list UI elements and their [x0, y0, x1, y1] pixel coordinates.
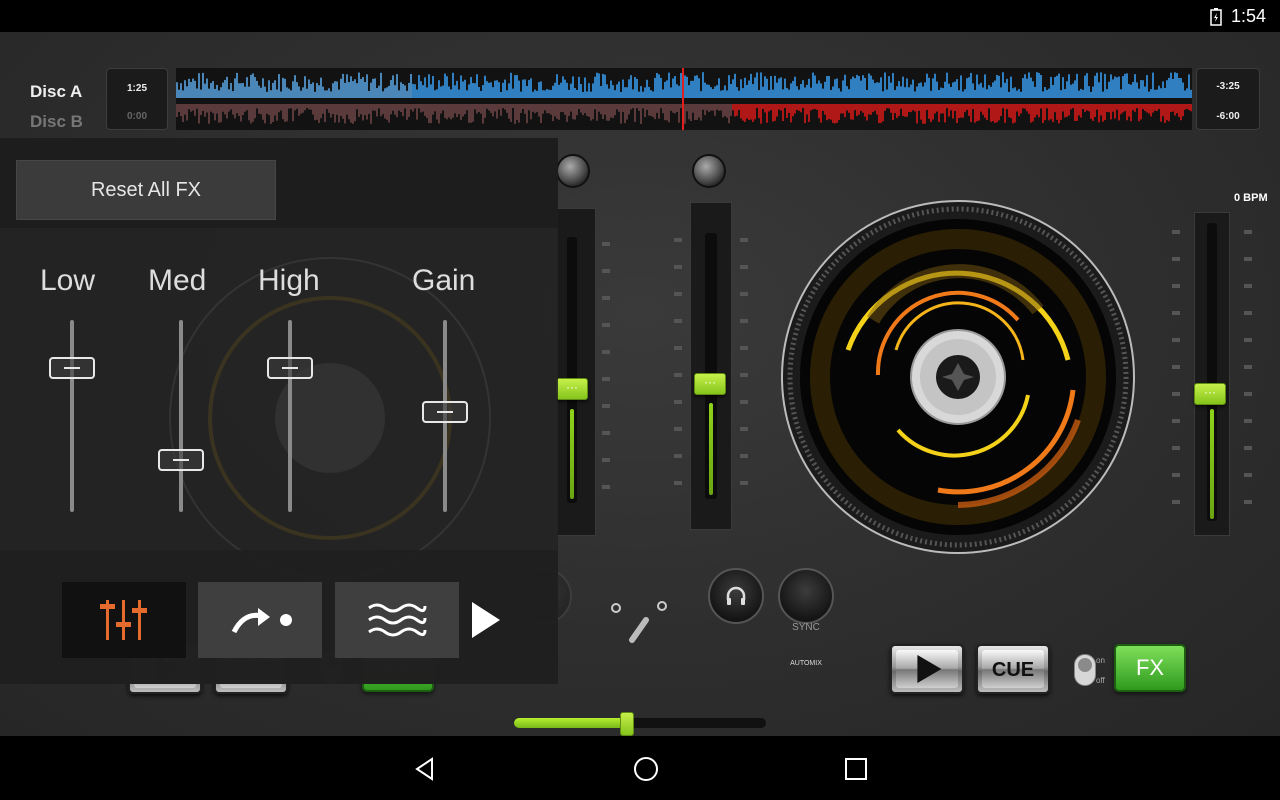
disc-a-label: Disc A — [30, 82, 83, 101]
back-icon[interactable] — [412, 756, 438, 782]
battery-charging-icon — [1210, 8, 1222, 26]
play-next-icon[interactable] — [472, 602, 500, 638]
deck-b-pitch-slider[interactable] — [1194, 212, 1230, 536]
deck-b-fx-button[interactable]: FX — [1114, 644, 1186, 692]
headphone-icon — [726, 586, 746, 605]
channel-volume-slider[interactable] — [690, 202, 732, 530]
fx-tab-delay[interactable] — [198, 582, 322, 658]
fx-toolbar — [0, 550, 558, 684]
delay-arrow-icon — [231, 608, 292, 634]
toggle-on-label: on — [1096, 656, 1105, 665]
deck-a-volume-slider[interactable] — [556, 208, 596, 536]
eq-gain-label: Gain — [412, 264, 476, 297]
status-time: 1:54 — [1230, 6, 1266, 26]
reset-all-fx-button[interactable]: Reset All FX — [16, 160, 276, 220]
fx-tab-eq[interactable] — [62, 582, 186, 658]
cue-label: CUE — [991, 659, 1035, 681]
deck-b-turntable[interactable] — [778, 200, 1138, 554]
waveform-graphic — [176, 68, 1192, 130]
channel-volume-handle[interactable] — [694, 373, 726, 395]
eq-high-label: High — [258, 264, 320, 297]
equalizer-icon — [100, 600, 147, 640]
crossfader[interactable] — [514, 718, 766, 728]
remaining-time-box: -3:25 -6:00 — [1196, 68, 1260, 130]
deck-a-pitch-knob[interactable] — [556, 154, 590, 188]
crossfader-handle[interactable] — [620, 712, 635, 736]
deck-b-play-button[interactable] — [890, 644, 964, 694]
eq-gain-handle[interactable] — [422, 401, 468, 424]
crossfader-fill — [514, 718, 628, 728]
disc-b-elapsed: 0:00 — [126, 111, 147, 122]
fx-panel: Reset All FX Low Med High Gain — [0, 138, 558, 684]
eq-med-handle[interactable] — [158, 449, 204, 472]
deck-b-bpm: 0 BPM — [1234, 192, 1268, 204]
eq-low-slider[interactable] — [70, 320, 74, 512]
eq-low-label: Low — [40, 264, 96, 297]
deck-b-headphone-button[interactable] — [708, 568, 764, 624]
waveform-overview[interactable] — [176, 68, 1192, 130]
dj-app: Disc A Disc B 1:25 0:00 -3:25 -6:00 ··· … — [0, 32, 1280, 752]
eq-high-handle[interactable] — [267, 357, 313, 379]
status-bar: 1:54 — [0, 0, 1280, 32]
fx-header: Reset All FX — [0, 138, 558, 228]
navigation-bar — [0, 736, 1280, 800]
sync-button[interactable] — [778, 568, 834, 624]
fx-tab-flanger[interactable] — [335, 582, 459, 658]
eq-med-slider[interactable] — [179, 320, 183, 512]
deck-b-fx-toggle[interactable] — [1074, 654, 1096, 686]
eq-med-label: Med — [148, 264, 207, 297]
home-icon[interactable] — [633, 756, 659, 782]
eq-low-handle[interactable] — [49, 357, 95, 379]
disc-b-remaining: -6:00 — [1216, 111, 1240, 122]
deck-b-cue-button[interactable]: CUE — [976, 644, 1050, 694]
crossfader-curve-icon[interactable] — [606, 598, 670, 648]
disc-a-elapsed: 1:25 — [126, 83, 147, 94]
automix-label[interactable]: AUTOMIX — [778, 660, 834, 667]
deck-b-pitch-handle[interactable] — [1194, 383, 1226, 405]
deck-b-pitch-knob[interactable] — [692, 154, 726, 188]
sync-label: SYNC — [792, 622, 820, 633]
eq-high-slider[interactable] — [288, 320, 292, 512]
waves-icon — [368, 603, 427, 637]
disc-b-label: Disc B — [30, 112, 83, 131]
recents-icon[interactable] — [843, 756, 869, 782]
disc-a-remaining: -3:25 — [1216, 81, 1240, 92]
deck-a-volume-handle[interactable] — [556, 378, 588, 400]
elapsed-time-box: 1:25 0:00 — [106, 68, 168, 130]
play-icon — [917, 655, 942, 683]
toggle-off-label: off — [1096, 676, 1105, 685]
